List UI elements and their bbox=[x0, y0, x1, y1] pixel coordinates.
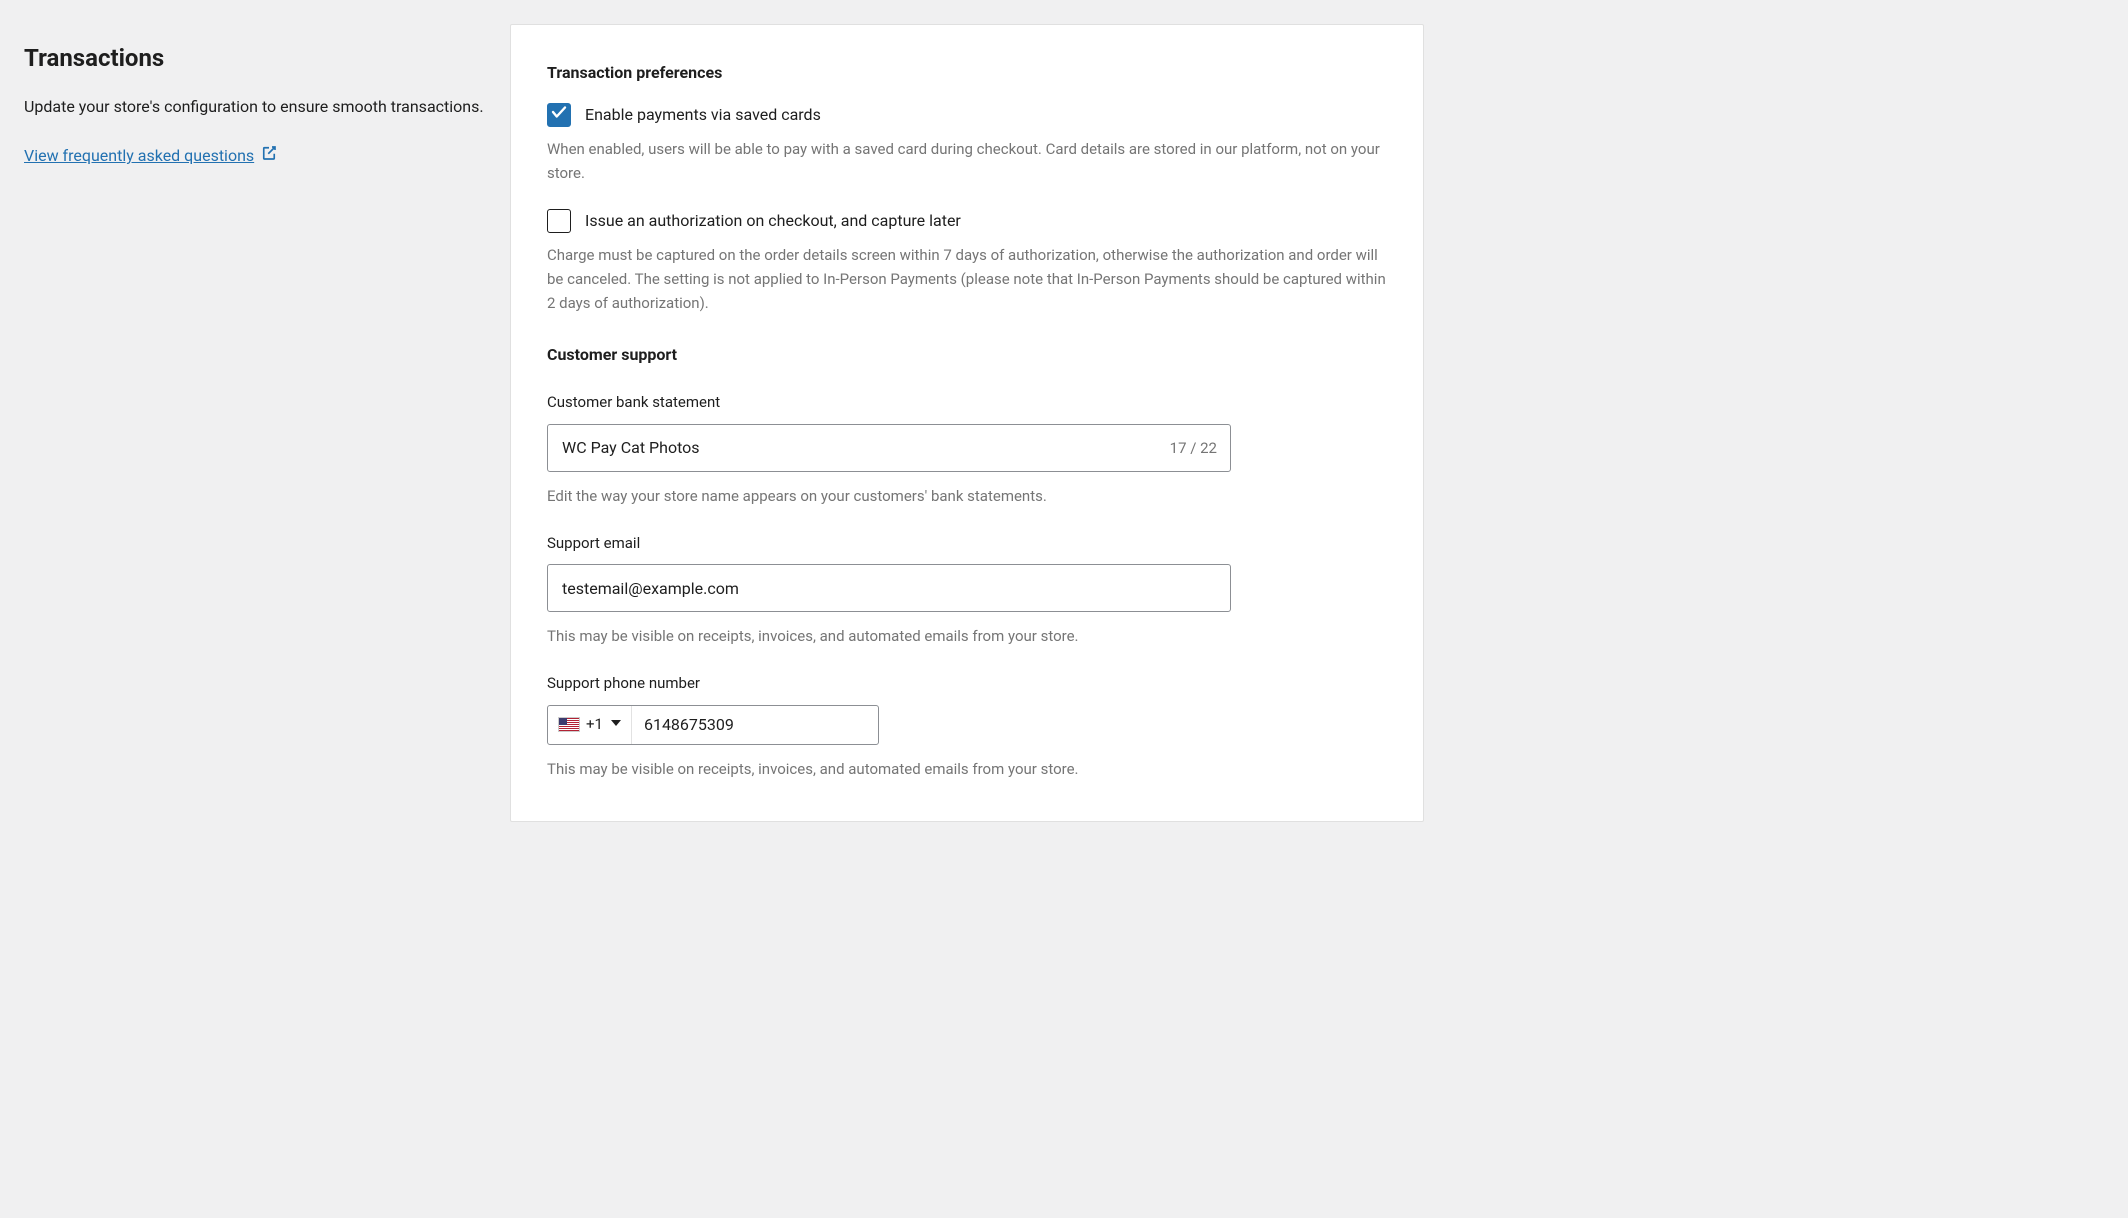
bank-statement-label: Customer bank statement bbox=[547, 391, 1387, 414]
auth-capture-label: Issue an authorization on checkout, and … bbox=[585, 209, 961, 233]
support-phone-label: Support phone number bbox=[547, 672, 1387, 695]
dial-code: +1 bbox=[586, 713, 603, 736]
support-email-label: Support email bbox=[547, 532, 1387, 555]
saved-cards-help: When enabled, users will be able to pay … bbox=[547, 137, 1387, 185]
saved-cards-label: Enable payments via saved cards bbox=[585, 103, 821, 127]
bank-statement-help: Edit the way your store name appears on … bbox=[547, 484, 1387, 508]
auth-capture-checkbox[interactable] bbox=[547, 209, 571, 233]
bank-statement-field-group: Customer bank statement 17 / 22 Edit the… bbox=[547, 391, 1387, 508]
phone-number-input[interactable] bbox=[632, 706, 878, 744]
support-email-input[interactable] bbox=[547, 564, 1231, 612]
phone-country-selector[interactable]: +1 bbox=[548, 706, 632, 744]
support-email-help: This may be visible on receipts, invoice… bbox=[547, 624, 1387, 648]
checkmark-icon bbox=[550, 103, 568, 128]
phone-input-wrap: +1 bbox=[547, 705, 879, 745]
support-phone-field-group: Support phone number +1 This may be visi… bbox=[547, 672, 1387, 781]
auth-capture-option: Issue an authorization on checkout, and … bbox=[547, 209, 1387, 233]
support-email-field-group: Support email This may be visible on rec… bbox=[547, 532, 1387, 649]
sidebar-description: Update your store's configuration to ens… bbox=[24, 94, 486, 120]
faq-link-text: View frequently asked questions bbox=[24, 144, 254, 168]
us-flag-icon bbox=[558, 717, 580, 732]
settings-panel: Transaction preferences Enable payments … bbox=[510, 24, 1424, 822]
saved-cards-checkbox[interactable] bbox=[547, 103, 571, 127]
chevron-down-icon bbox=[609, 714, 621, 735]
faq-link[interactable]: View frequently asked questions bbox=[24, 144, 278, 169]
sidebar-title: Transactions bbox=[24, 40, 486, 76]
transaction-preferences-heading: Transaction preferences bbox=[547, 61, 1387, 85]
bank-statement-input[interactable] bbox=[547, 424, 1231, 472]
customer-support-heading: Customer support bbox=[547, 343, 1387, 367]
auth-capture-help: Charge must be captured on the order det… bbox=[547, 243, 1387, 315]
support-phone-help: This may be visible on receipts, invoice… bbox=[547, 757, 1387, 781]
saved-cards-option: Enable payments via saved cards bbox=[547, 103, 1387, 127]
settings-sidebar: Transactions Update your store's configu… bbox=[0, 0, 510, 846]
external-link-icon bbox=[260, 144, 278, 169]
